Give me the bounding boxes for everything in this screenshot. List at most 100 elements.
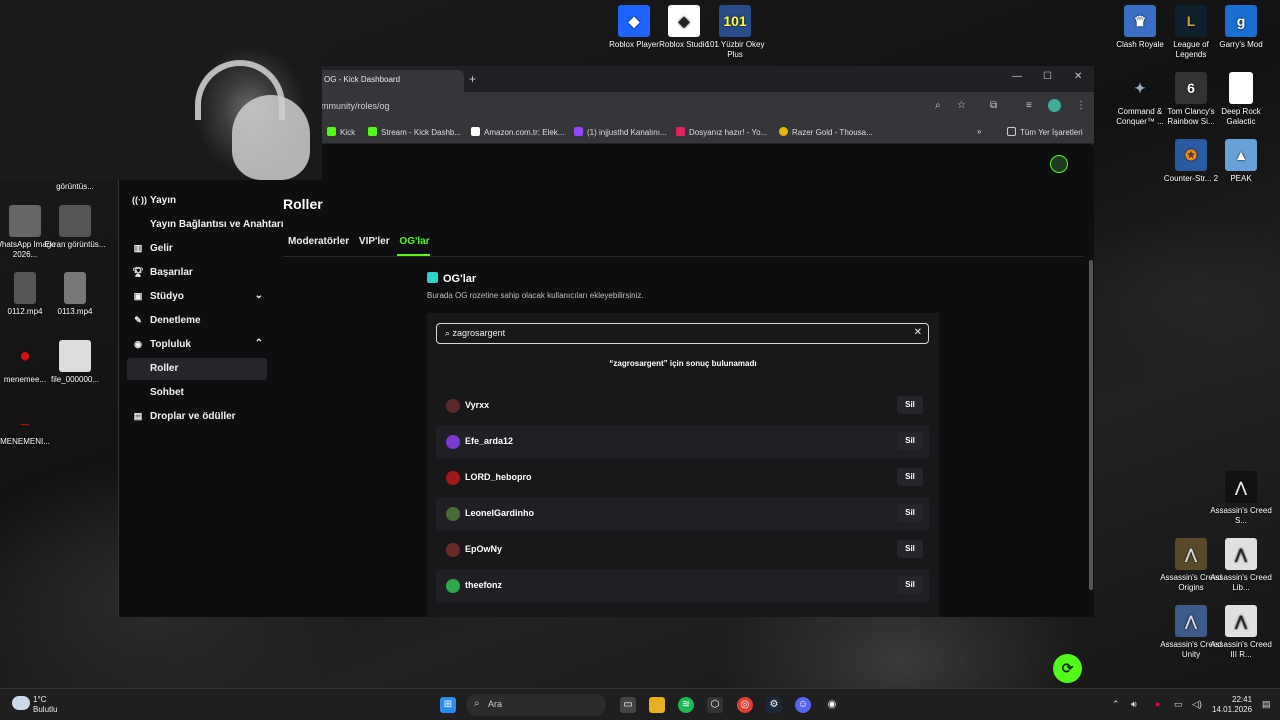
chrome-icon[interactable]: ◎	[737, 697, 753, 713]
desktop-icon-file[interactable]: file_000000...	[44, 340, 106, 385]
page-scrollbar[interactable]	[1089, 260, 1093, 590]
weather-widget[interactable]: 1°C Bulutlu	[12, 695, 57, 715]
all-bookmarks[interactable]: Tüm Yer İşaretleri	[1007, 127, 1083, 137]
url-field[interactable]: mmunity/roles/og	[321, 101, 390, 111]
assassins-creed-icon: ⋀	[1175, 538, 1207, 570]
refresh-fab-button[interactable]: ⟳	[1053, 654, 1082, 683]
remove-button[interactable]: Sil	[897, 396, 923, 414]
steam-icon[interactable]: ⚙	[766, 697, 782, 713]
sidebar-item-denetleme[interactable]: ✎ Denetleme	[127, 310, 267, 332]
file-icon	[1229, 72, 1253, 104]
microphone-icon[interactable]: ●	[1155, 699, 1160, 709]
bookmark-download[interactable]: Dosyanız hazır! - Yo...	[676, 127, 767, 137]
file-explorer-icon[interactable]	[649, 697, 665, 713]
desktop-icon-ekran-goruntusu[interactable]: Ekran görüntüs...	[44, 205, 106, 250]
remove-button[interactable]: Sil	[897, 540, 923, 558]
search-icon: ⌕	[474, 698, 480, 709]
assassins-creed-icon: ⋀	[1225, 538, 1257, 570]
sidebar-item-studyo[interactable]: ▣ Stüdyo ⌄	[127, 286, 267, 308]
sidebar-item-sohbet[interactable]: Sohbet	[127, 382, 267, 404]
clear-search-icon[interactable]: ✕	[914, 327, 922, 338]
desktop-icon-ac-iii[interactable]: ⋀ Assassin's Creed III R...	[1210, 605, 1272, 660]
task-view-icon[interactable]: ▭	[620, 697, 636, 713]
og-badge-icon	[427, 272, 438, 283]
bookmark-kick[interactable]: Kick	[327, 127, 355, 137]
avatar	[446, 471, 460, 485]
obs-icon[interactable]: ◉	[824, 697, 840, 713]
profile-avatar[interactable]	[1048, 99, 1061, 112]
sidebar: ((·)) Yayın Yayın Bağlantısı ve Anahtarı …	[119, 145, 284, 617]
remove-button[interactable]: Sil	[897, 432, 923, 450]
roblox-player-icon: ◆	[618, 5, 650, 37]
roblox-studio-icon: ◆	[668, 5, 700, 37]
extensions-icon[interactable]: ⧉	[990, 100, 997, 111]
bookmark-stream-dashboard[interactable]: Stream - Kick Dashb...	[368, 127, 461, 137]
league-of-legends-icon: L	[1175, 5, 1207, 37]
desktop-icon-menemeni[interactable]: ━━ MENEMENI...	[0, 418, 56, 447]
menu-icon[interactable]: ⋮	[1076, 100, 1086, 111]
desktop-icon-peak[interactable]: ▲ PEAK	[1210, 139, 1272, 184]
desktop-icon-garrys-mod[interactable]: g Garry's Mod	[1210, 5, 1272, 50]
sidebar-item-yayin[interactable]: ((·)) Yayın	[127, 190, 267, 212]
sidebar-item-stream-key[interactable]: Yayın Bağlantısı ve Anahtarı	[127, 214, 284, 236]
network-icon[interactable]: ▭	[1174, 699, 1183, 710]
remove-button[interactable]: Sil	[897, 468, 923, 486]
discord-icon[interactable]: ☺	[795, 697, 811, 713]
og-panel: ⌕ zagrosargent ✕ “zagrosargent” için son…	[427, 313, 939, 617]
user-row: LeonelGardinho Sil	[436, 497, 929, 530]
remove-button[interactable]: Sil	[897, 504, 923, 522]
active-tab-indicator	[397, 254, 430, 256]
bookmark-razer-gold[interactable]: Razer Gold - Thousa...	[779, 127, 873, 137]
new-tab-icon[interactable]: +	[469, 72, 476, 86]
bookmark-amazon[interactable]: Amazon.com.tr: Elek...	[471, 127, 564, 137]
taskbar: 1°C Bulutlu ⊞ ⌕ Ara ▭ ≋ ⬡ ◎ ⚙ ☺ ◉ ⌃ 🔊︎ ● …	[0, 688, 1280, 720]
tray-chevron-icon[interactable]: ⌃	[1112, 699, 1120, 710]
media-icon[interactable]: ≡	[1026, 100, 1032, 111]
rainbow-six-icon: 6	[1175, 72, 1207, 104]
section-subtitle: Burada OG rozetine sahip olacak kullanıc…	[427, 291, 644, 300]
taskbar-clock[interactable]: 22:41 14.01.2026	[1212, 695, 1252, 715]
sidebar-item-topluluk[interactable]: ◉ Topluluk ⌃	[127, 334, 267, 356]
sidebar-item-roller[interactable]: Roller	[127, 358, 267, 380]
zoom-icon[interactable]: ⌕	[935, 100, 941, 111]
user-avatar[interactable]	[1050, 155, 1068, 173]
image-icon	[59, 205, 91, 237]
clash-royale-icon: ♛	[1124, 5, 1156, 37]
desktop-icon-0113[interactable]: 0113.mp4	[44, 272, 106, 317]
assassins-creed-icon: ⋀	[1225, 471, 1257, 503]
user-row: Efe_arda12 Sil	[436, 425, 929, 458]
speaker-icon[interactable]: 🔊︎	[1131, 699, 1137, 710]
video-icon	[64, 272, 86, 304]
sidebar-item-basarilar[interactable]: 🏆︎ Başarılar	[127, 262, 267, 284]
gift-icon: ▤	[133, 411, 143, 421]
app-icon[interactable]: ⬡	[707, 697, 723, 713]
desktop-icon-deep-rock[interactable]: Deep Rock Galactic	[1210, 72, 1272, 127]
amazon-icon	[471, 127, 480, 136]
bookmarks-more[interactable]: »	[977, 127, 981, 136]
desktop-icon-screenshot-1[interactable]: görüntüs...	[44, 182, 106, 194]
user-search-input[interactable]: ⌕ zagrosargent ✕	[436, 323, 929, 344]
star-icon[interactable]: ☆	[957, 100, 966, 111]
cloud-icon	[12, 696, 30, 710]
desktop-icon-ac-s[interactable]: ⋀ Assassin's Creed S...	[1210, 471, 1272, 526]
close-icon[interactable]: ✕	[1074, 71, 1082, 82]
logo-icon: ━━	[20, 422, 30, 429]
desktop-icon-okey-plus[interactable]: 101 101 Yüzbir Okey Plus	[704, 5, 766, 60]
volume-icon[interactable]: ◁)	[1192, 699, 1202, 710]
bookmark-twitch[interactable]: (1) injjusthd Kanalını...	[574, 127, 667, 137]
desktop-icon-ac-liberation[interactable]: ⋀ Assassin's Creed Lib...	[1210, 538, 1272, 593]
tab-vipler[interactable]: VIP'ler	[359, 236, 390, 247]
taskbar-search[interactable]: ⌕ Ara	[466, 694, 606, 716]
sidebar-item-gelir[interactable]: ▥ Gelir	[127, 238, 267, 260]
tab-oglar[interactable]: OG'lar	[399, 236, 429, 247]
okey-plus-icon: 101	[719, 5, 751, 37]
notification-icon[interactable]: ▤	[1262, 699, 1271, 710]
tab-moderatorler[interactable]: Moderatörler	[288, 236, 349, 247]
remove-button[interactable]: Sil	[897, 576, 923, 594]
maximize-icon[interactable]: ☐	[1043, 71, 1052, 82]
spotify-icon[interactable]: ≋	[678, 697, 694, 713]
browser-tab[interactable]: OG - Kick Dashboard	[314, 70, 464, 92]
sidebar-item-droplar[interactable]: ▤ Droplar ve ödüller	[127, 406, 267, 428]
minimize-icon[interactable]: —	[1012, 71, 1022, 82]
start-icon[interactable]: ⊞	[440, 697, 456, 713]
